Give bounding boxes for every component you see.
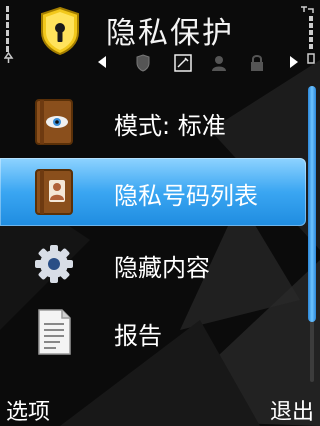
shield-icon: [136, 54, 150, 72]
person-icon: [212, 56, 226, 71]
notebook-icon: [174, 54, 192, 72]
list-item-label: 隐私号码列表: [114, 182, 258, 210]
page-title: 隐私保护: [106, 16, 234, 51]
report-document-icon: [38, 309, 71, 355]
list-item-label: 模式: 标准: [114, 112, 226, 140]
list-item-private-numbers[interactable]: 隐私号码列表: [0, 158, 306, 226]
scrollbar[interactable]: [308, 86, 316, 382]
softkey-bar: 选项 退出: [0, 392, 320, 426]
list-item-label: 报告: [114, 322, 162, 350]
gear-icon: [35, 245, 73, 283]
list-item-mode[interactable]: 模式: 标准: [0, 88, 306, 156]
scroll-thumb[interactable]: [308, 86, 316, 322]
tab-notebook[interactable]: [172, 52, 194, 74]
list-item-report[interactable]: 报告: [0, 298, 306, 366]
list-item-hidden-content[interactable]: 隐藏内容: [0, 230, 306, 298]
tab-lock[interactable]: [246, 52, 268, 74]
tab-person[interactable]: [208, 52, 230, 74]
lock-icon: [251, 55, 263, 71]
eye-book-icon: [35, 99, 73, 145]
tab-strip: [98, 52, 304, 74]
exit-softkey[interactable]: 退出: [270, 394, 314, 426]
header: 隐私保护: [0, 0, 320, 84]
options-softkey[interactable]: 选项: [6, 394, 50, 426]
shield-keyhole-icon: [41, 6, 79, 56]
signal-strength-icon: [4, 6, 14, 63]
tab-arrow-left-icon[interactable]: [98, 56, 106, 68]
tab-shield[interactable]: [132, 52, 154, 74]
tab-arrow-right-icon[interactable]: [290, 56, 298, 68]
contact-book-icon: [35, 169, 73, 215]
list-item-label: 隐藏内容: [114, 254, 210, 282]
